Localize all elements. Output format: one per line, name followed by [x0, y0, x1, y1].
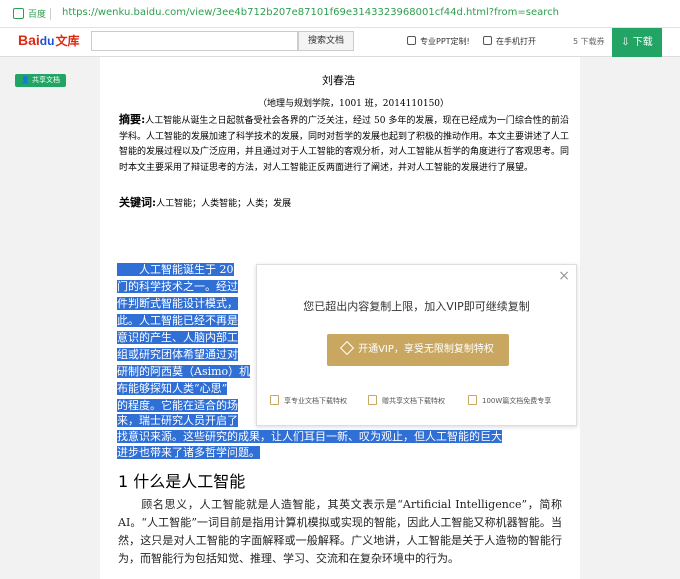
benefit-item: 享专业文档下载特权 [270, 395, 347, 406]
modal-message: 您已超出内容复制上限，加入VIP即可继续复制 [303, 300, 530, 313]
body-paragraph: 顾名思义，人工智能就是人造智能，其英文表示是“Artificial Intell… [118, 498, 562, 565]
document-icon [368, 395, 377, 405]
search-button[interactable]: 搜索文档 [298, 31, 354, 51]
share-badge-label: 共享文档 [31, 76, 60, 84]
selected-line-text: 人工智能诞生于 20 [117, 263, 234, 276]
logo-bai: Bai [18, 32, 40, 48]
selected-line-text: 研制的阿西莫（Asimo）机 [117, 365, 251, 378]
selected-line-text: 找意识来源。这些研究的成果，让人们耳目一新、叹为观止，但人工智能的巨大 [117, 430, 502, 443]
abstract-text: 人工智能从诞生之日起就备受社会各界的广泛关注，经过 50 多年的发展，现在已经成… [119, 116, 570, 173]
ppt-label: 专业PPT定制! [420, 37, 470, 46]
secure-badge-icon [13, 8, 24, 19]
download-label: 下载 [632, 37, 653, 48]
author-name: 刘春浩 [322, 74, 355, 87]
selected-line-text: 来，瑞士研究人员开启了 [117, 414, 238, 427]
download-icon: ⇩ [621, 37, 633, 48]
document-icon [468, 395, 477, 405]
address-separator [50, 8, 51, 20]
benefit-label: 100W篇文档免费专享 [482, 397, 552, 405]
selected-line[interactable]: 找意识来源。这些研究的成果，让人们耳目一新、叹为观止，但人工智能的巨大 [117, 429, 572, 445]
mobile-label: 在手机打开 [496, 37, 536, 46]
url-text[interactable]: https://wenku.baidu.com/view/3ee4b712b20… [62, 7, 559, 18]
speaker-icon [407, 36, 416, 45]
open-vip-button[interactable]: 开通VIP，享受无限制复制特权 [327, 334, 509, 366]
benefit-label: 赠共享文档下载特权 [382, 397, 445, 405]
abstract: 摘要:人工智能从诞生之日起就备受社会各界的广泛关注，经过 50 多年的发展，现在… [119, 112, 569, 176]
selected-line[interactable]: 进步也带来了诸多哲学问题。 [117, 445, 572, 461]
selected-line-text: 此。人工智能已经不再是 [117, 314, 238, 327]
benefit-label: 享专业文档下载特权 [284, 397, 347, 405]
section-heading: 1 什么是人工智能 [118, 472, 246, 491]
vip-button-label: 开通VIP，享受无限制复制特权 [358, 344, 494, 355]
selected-line-text: 布能够探知人类“心思” [117, 382, 228, 395]
address-bar[interactable]: 百度 https://wenku.baidu.com/view/3ee4b712… [0, 0, 680, 28]
selected-line-text: 门的科学技术之一。经过 [117, 280, 238, 293]
diamond-icon [340, 340, 355, 356]
document-icon [270, 395, 279, 405]
selected-line-text: 组或研究团体希望通过对 [117, 348, 238, 361]
keywords-label: 关键词: [119, 196, 157, 209]
open-on-mobile-link[interactable]: 在手机打开 [483, 36, 536, 47]
selected-line-text: 件判断式智能设计模式， [117, 297, 238, 310]
download-button[interactable]: ⇩ 下载 [612, 28, 662, 57]
site-badge-label: 百度 [28, 10, 47, 20]
selected-line-text: 意识的产生、人脑内部工 [117, 331, 238, 344]
phone-icon [483, 36, 492, 45]
shared-doc-badge: 👤 共享文档 [15, 74, 66, 87]
benefit-item: 赠共享文档下载特权 [368, 395, 445, 406]
abstract-label: 摘要: [119, 113, 146, 126]
search-input[interactable] [91, 31, 298, 51]
selected-line-text: 进步也带来了诸多哲学问题。 [117, 446, 260, 459]
logo-wenku: 文库 [55, 34, 80, 48]
close-icon[interactable]: × [558, 268, 570, 284]
selected-line-text: 的程度。它能在适合的场 [117, 399, 238, 412]
ppt-custom-link[interactable]: 专业PPT定制! [407, 36, 470, 47]
logo-paw: du [39, 34, 55, 48]
download-cost: 5 下载券 [573, 37, 605, 46]
affiliation: （地理与规划学院，1001 班，2014110150） [258, 99, 450, 109]
keywords: 关键词:人工智能；人类智能；人类；发展 [119, 194, 291, 210]
copy-limit-modal: × 您已超出内容复制上限，加入VIP即可继续复制 开通VIP，享受无限制复制特权… [256, 264, 577, 426]
wenku-toolbar: Baidu文库 搜索文档 专业PPT定制! 在手机打开 5 下载券 ⇩ 下载 [0, 28, 680, 57]
baidu-wenku-logo[interactable]: Baidu文库 [18, 32, 79, 49]
keywords-text: 人工智能；人类智能；人类；发展 [156, 199, 292, 209]
user-icon: 👤 [21, 76, 32, 84]
benefit-item: 100W篇文档免费专享 [468, 395, 551, 406]
